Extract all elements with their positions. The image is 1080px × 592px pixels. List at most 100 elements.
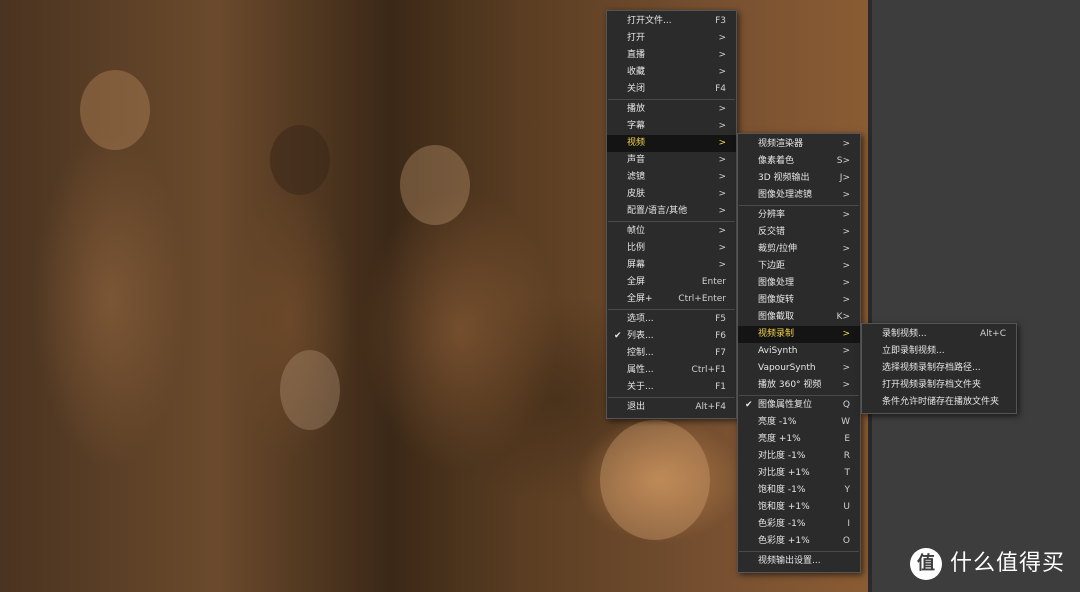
menu-item-shortcut: Alt+C bbox=[979, 329, 1006, 339]
menu-item-label: 选择视频录制存档路径... bbox=[882, 363, 981, 373]
menu-item[interactable]: 配置/语言/其他 > bbox=[607, 203, 736, 220]
menu-item-shortcut: R bbox=[843, 451, 850, 461]
menu-item[interactable]: 图像截取 K> bbox=[738, 309, 860, 326]
menu-item[interactable]: 声音 > bbox=[607, 152, 736, 169]
menu-item[interactable]: 立即录制视频... bbox=[862, 343, 1016, 360]
menu-item-label: 比例 bbox=[627, 243, 646, 253]
menu-item-shortcut: W bbox=[841, 417, 850, 427]
menu-item[interactable]: VapourSynth > bbox=[738, 360, 860, 377]
menu-item[interactable]: 下边距 > bbox=[738, 258, 860, 275]
menu-item[interactable]: 全屏 Enter bbox=[607, 274, 736, 291]
side-panel bbox=[872, 0, 1080, 592]
menu-item[interactable]: 播放 360° 视频 > bbox=[738, 377, 860, 394]
video-figure bbox=[270, 125, 330, 195]
menu-item[interactable]: 打开文件... F3 bbox=[607, 13, 736, 30]
menu-item-label: 全屏+ bbox=[627, 294, 653, 304]
menu-item[interactable]: 关于... F1 bbox=[607, 379, 736, 396]
menu-item-shortcut: Y bbox=[844, 485, 851, 495]
menu-item-shortcut: Enter bbox=[701, 277, 726, 287]
submenu-arrow-icon: > bbox=[842, 346, 850, 356]
menu-separator bbox=[608, 397, 735, 398]
menu-item[interactable]: 视频渲染器 > bbox=[738, 136, 860, 153]
menu-item[interactable]: 对比度 +1% T bbox=[738, 465, 860, 482]
submenu-arrow-icon: > bbox=[718, 104, 726, 114]
menu-item[interactable]: ✔ 图像属性复位 Q bbox=[738, 397, 860, 414]
menu-item[interactable]: 关闭 F4 bbox=[607, 81, 736, 98]
video-figure bbox=[400, 145, 470, 225]
menu-item-label: 图像属性复位 bbox=[758, 400, 813, 410]
menu-item[interactable]: 视频 > bbox=[607, 135, 736, 152]
submenu-arrow-icon: > bbox=[718, 67, 726, 77]
menu-item[interactable]: 全屏+ Ctrl+Enter bbox=[607, 291, 736, 308]
menu-item[interactable]: 图像处理滤镜 > bbox=[738, 187, 860, 204]
submenu-arrow-icon: > bbox=[842, 210, 850, 220]
menu-item[interactable]: 收藏 > bbox=[607, 64, 736, 81]
menu-item-label: 图像旋转 bbox=[758, 295, 795, 305]
submenu-arrow-icon: > bbox=[842, 380, 850, 390]
menu-item[interactable]: 打开视频录制存档文件夹 bbox=[862, 377, 1016, 394]
menu-item-label: 图像处理滤镜 bbox=[758, 190, 813, 200]
menu-item-shortcut: F5 bbox=[715, 314, 726, 324]
menu-item-shortcut: F7 bbox=[715, 348, 726, 358]
menu-item[interactable]: 打开 > bbox=[607, 30, 736, 47]
menu-item-label: 分辨率 bbox=[758, 210, 786, 220]
menu-item-shortcut: F4 bbox=[715, 84, 726, 94]
menu-item[interactable]: 分辨率 > bbox=[738, 207, 860, 224]
menu-item[interactable]: 条件允许时储存在播放文件夹 bbox=[862, 394, 1016, 411]
menu-item[interactable]: 亮度 -1% W bbox=[738, 414, 860, 431]
menu-item[interactable]: 屏幕 > bbox=[607, 257, 736, 274]
menu-item-label: 打开文件... bbox=[627, 16, 672, 26]
menu-item[interactable]: 视频录制 > bbox=[738, 326, 860, 343]
menu-item[interactable]: 比例 > bbox=[607, 240, 736, 257]
menu-item-label: 帧位 bbox=[627, 226, 646, 236]
menu-item[interactable]: 皮肤 > bbox=[607, 186, 736, 203]
menu-item[interactable]: 3D 视频输出 J> bbox=[738, 170, 860, 187]
menu-item[interactable]: 色彩度 -1% I bbox=[738, 516, 860, 533]
submenu-arrow-icon: > bbox=[718, 243, 726, 253]
menu-item[interactable]: 录制视频... Alt+C bbox=[862, 326, 1016, 343]
menu-item[interactable]: 像素着色 S> bbox=[738, 153, 860, 170]
submenu-arrow-icon: > bbox=[718, 138, 726, 148]
menu-item-shortcut: F1 bbox=[715, 382, 726, 392]
submenu-arrow-icon: > bbox=[718, 206, 726, 216]
menu-item[interactable]: 亮度 +1% E bbox=[738, 431, 860, 448]
menu-item[interactable]: 控制... F7 bbox=[607, 345, 736, 362]
menu-item[interactable]: 退出 Alt+F4 bbox=[607, 399, 736, 416]
menu-item[interactable]: 对比度 -1% R bbox=[738, 448, 860, 465]
menu-item-label: 视频 bbox=[627, 138, 646, 148]
menu-item[interactable]: 图像处理 > bbox=[738, 275, 860, 292]
menu-item-label: 反交错 bbox=[758, 227, 786, 237]
context-menu-main: 打开文件... F3 打开 > 直播 > 收藏 > 关闭 F4 播放 > 字幕 > 视频 > 声音 > 滤镜 > 皮肤 >… bbox=[606, 10, 737, 419]
submenu-arrow-icon: > bbox=[842, 363, 850, 373]
menu-item[interactable]: 直播 > bbox=[607, 47, 736, 64]
menu-item[interactable]: 帧位 > bbox=[607, 223, 736, 240]
menu-item[interactable]: 色彩度 +1% O bbox=[738, 533, 860, 550]
menu-item[interactable]: 字幕 > bbox=[607, 118, 736, 135]
logo-text: 什么值得买 bbox=[950, 551, 1066, 576]
menu-item-label: 饱和度 -1% bbox=[758, 485, 806, 495]
menu-item[interactable]: ✔ 列表... F6 bbox=[607, 328, 736, 345]
menu-item[interactable]: AviSynth > bbox=[738, 343, 860, 360]
menu-item[interactable]: 视频输出设置... bbox=[738, 553, 860, 570]
submenu-arrow-icon: > bbox=[718, 50, 726, 60]
menu-item-label: 退出 bbox=[627, 402, 646, 412]
menu-item-label: AviSynth bbox=[758, 346, 798, 356]
menu-item-label: 饱和度 +1% bbox=[758, 502, 810, 512]
menu-item[interactable]: 饱和度 -1% Y bbox=[738, 482, 860, 499]
menu-item-label: 选项... bbox=[627, 314, 654, 324]
submenu-arrow-icon: > bbox=[718, 33, 726, 43]
menu-item[interactable]: 选项... F5 bbox=[607, 311, 736, 328]
menu-item[interactable]: 滤镜 > bbox=[607, 169, 736, 186]
submenu-arrow-icon: > bbox=[842, 261, 850, 271]
menu-item[interactable]: 播放 > bbox=[607, 101, 736, 118]
menu-item[interactable]: 裁剪/拉伸 > bbox=[738, 241, 860, 258]
submenu-arrow-icon: > bbox=[718, 189, 726, 199]
menu-item[interactable]: 属性... Ctrl+F1 bbox=[607, 362, 736, 379]
submenu-arrow-icon: S> bbox=[836, 156, 850, 166]
menu-item[interactable]: 反交错 > bbox=[738, 224, 860, 241]
menu-item[interactable]: 图像旋转 > bbox=[738, 292, 860, 309]
checkmark-icon: ✔ bbox=[614, 331, 622, 341]
menu-item[interactable]: 饱和度 +1% U bbox=[738, 499, 860, 516]
submenu-arrow-icon: > bbox=[842, 295, 850, 305]
menu-item[interactable]: 选择视频录制存档路径... bbox=[862, 360, 1016, 377]
